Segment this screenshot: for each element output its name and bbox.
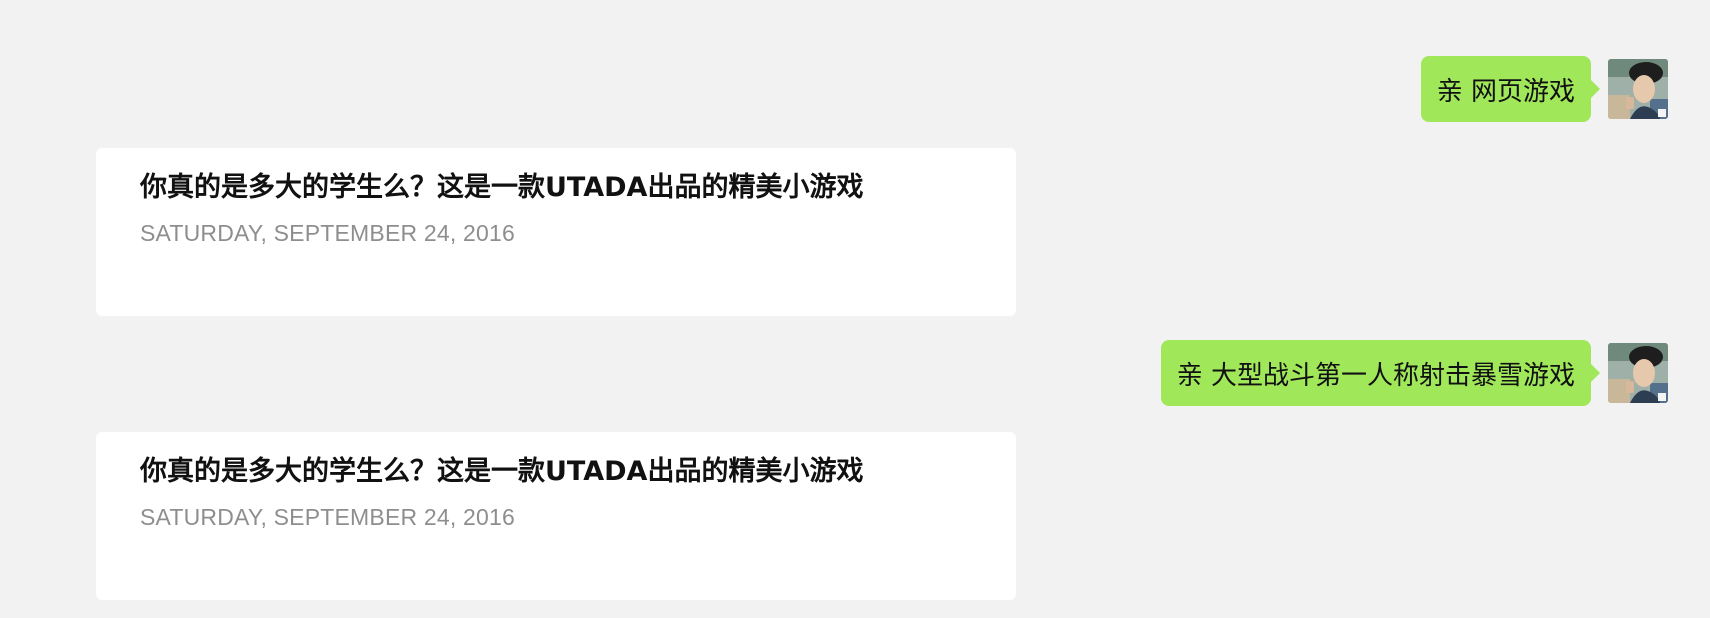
outgoing-message: 亲 网页游戏 <box>1420 56 1668 122</box>
outgoing-message: 亲 大型战斗第一人称射击暴雪游戏 <box>1160 340 1668 406</box>
user-avatar[interactable] <box>1608 59 1668 119</box>
avatar-photo-icon <box>1608 343 1668 403</box>
chat-message-list: 亲 网页游戏 你真的是多大的学生么？这是一款UTADA出品的精美小游戏 SATU… <box>0 0 1710 618</box>
card-title: 你真的是多大的学生么？这是一款UTADA出品的精美小游戏 <box>140 456 864 487</box>
card-title: 你真的是多大的学生么？这是一款UTADA出品的精美小游戏 <box>140 172 864 203</box>
link-card[interactable]: 你真的是多大的学生么？这是一款UTADA出品的精美小游戏 SATURDAY, S… <box>96 148 1016 316</box>
card-date: SATURDAY, SEPTEMBER 24, 2016 <box>140 504 516 530</box>
link-card[interactable]: 你真的是多大的学生么？这是一款UTADA出品的精美小游戏 SATURDAY, S… <box>96 432 1016 600</box>
avatar-photo-icon <box>1608 59 1668 119</box>
message-bubble[interactable]: 亲 大型战斗第一人称射击暴雪游戏 <box>1160 340 1601 406</box>
card-date: SATURDAY, SEPTEMBER 24, 2016 <box>140 220 516 246</box>
message-bubble[interactable]: 亲 网页游戏 <box>1420 56 1601 122</box>
user-avatar[interactable] <box>1608 343 1668 403</box>
